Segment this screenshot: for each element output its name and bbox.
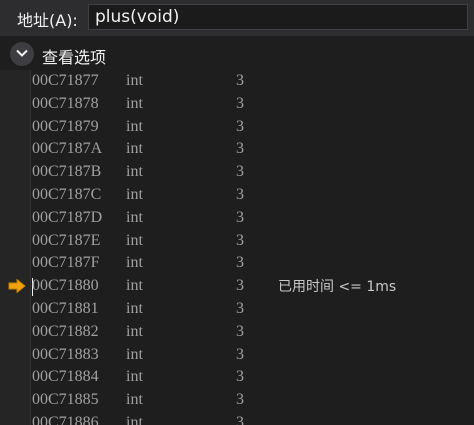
row-type: int [126,163,143,181]
row-value: 3 [236,94,244,112]
row-type: int [126,117,143,135]
row-value: 3 [236,368,244,386]
disassembly-row[interactable]: 00C71884 int 3 [32,366,472,389]
row-type: int [126,345,143,363]
view-options-row: 查看选项 [0,38,474,70]
address-label: 地址(A): [17,11,78,30]
row-address: 00C71884 [32,368,99,386]
row-type: int [126,231,143,249]
disassembly-row[interactable]: 00C71882 int 3 [32,321,472,344]
row-address: 00C71877 [32,72,99,89]
address-input[interactable]: plus(void) [88,4,468,30]
row-address: 00C71878 [32,94,99,112]
disassembly-row[interactable]: 00C71877 int 3 [32,70,472,93]
row-type: int [126,72,143,89]
row-address: 00C71881 [32,299,99,317]
disassembly-row[interactable]: 00C71885 int 3 [32,389,472,412]
row-type: int [126,254,143,272]
row-address: 00C7187E [32,231,101,249]
disassembly-row[interactable]: 00C7187D int 3 [32,207,472,230]
disassembly-row[interactable]: 00C71879 int 3 [32,116,472,139]
row-value: 3 [236,391,244,409]
row-address: 00C71886 [32,413,99,425]
row-address: 00C7187F [32,254,100,272]
row-value: 3 [236,345,244,363]
row-type: int [126,140,143,158]
row-value: 3 [236,322,244,340]
row-value: 3 [236,140,244,158]
row-type: int [126,368,143,386]
instruction-pointer-icon [8,279,26,294]
row-type: int [126,413,143,425]
disassembly-row[interactable]: 00C7187B int 3 [32,161,472,184]
disassembly-row[interactable]: 00C71883 int 3 [32,344,472,367]
disassembly-row[interactable]: 00C71886 int 3 [32,412,472,425]
row-value: 3 [236,413,244,425]
row-address: 00C7187D [32,208,103,226]
disassembly-window: 地址(A): plus(void) 查看选项 00C71877 int 3 00C71… [0,0,474,425]
disassembly-row[interactable]: 00C71880 int 3 已用时间 <= 1ms [32,275,472,298]
row-type: int [126,185,143,203]
row-value: 3 [236,254,244,272]
row-value: 3 [236,72,244,89]
row-value: 3 [236,299,244,317]
disassembly-row[interactable]: 00C7187E int 3 [32,230,472,253]
row-type: int [126,391,143,409]
row-address: 00C71882 [32,322,99,340]
row-address: 00C7187A [32,140,103,158]
row-address: 00C71879 [32,117,99,135]
disassembly-row[interactable]: 00C7187A int 3 [32,138,472,161]
disassembly-row[interactable]: 00C71881 int 3 [32,298,472,321]
row-value: 3 [236,277,244,295]
row-address: 00C7187C [32,185,102,203]
row-address: 00C7187B [32,163,102,181]
breakpoint-gutter[interactable] [0,70,31,425]
disassembly-row[interactable]: 00C71878 int 3 [32,93,472,116]
row-value: 3 [236,208,244,226]
row-type: int [126,277,143,295]
chevron-down-icon[interactable] [10,42,34,66]
row-type: int [126,299,143,317]
disassembly-row[interactable]: 00C7187C int 3 [32,184,472,207]
row-address: 00C71885 [32,391,99,409]
row-value: 3 [236,185,244,203]
row-value: 3 [236,231,244,249]
row-value: 3 [236,163,244,181]
row-address: 00C71880 [32,277,99,295]
row-type: int [126,208,143,226]
disassembly-row[interactable]: 00C7187F int 3 [32,252,472,275]
address-bar: 地址(A): plus(void) [0,0,474,36]
row-address: 00C71883 [32,345,99,363]
disassembly-rows: 00C71877 int 3 00C71878 int 3 00C71879 int 3 00C7… [32,70,472,425]
row-type: int [126,94,143,112]
elapsed-time-note: 已用时间 <= 1ms [278,279,397,296]
view-options-label[interactable]: 查看选项 [42,44,106,68]
row-value: 3 [236,117,244,135]
row-type: int [126,322,143,340]
